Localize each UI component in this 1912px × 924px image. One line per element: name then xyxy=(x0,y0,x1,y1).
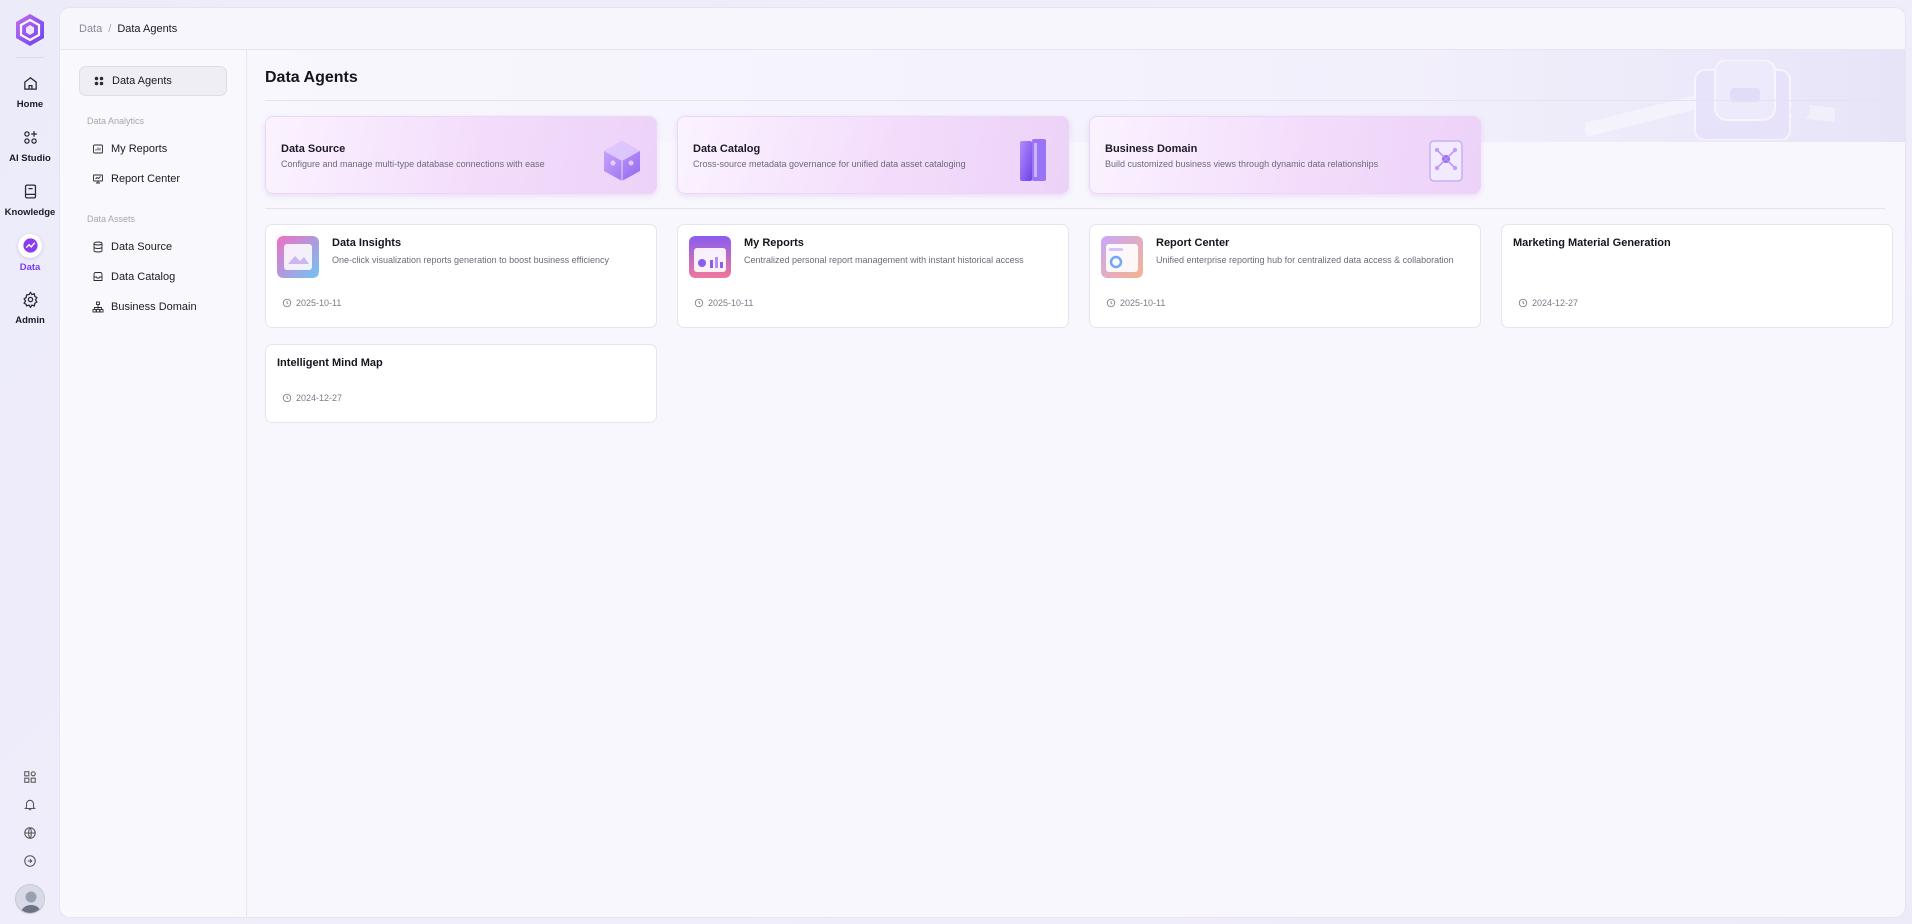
hierarchy-icon xyxy=(92,301,104,313)
rail-item-data[interactable]: Data xyxy=(0,226,60,280)
agent-card-title: Report Center xyxy=(1156,237,1230,249)
agent-card-date-text: 2024-12-27 xyxy=(296,393,343,403)
clock-icon xyxy=(1106,298,1116,308)
clock-icon xyxy=(282,393,292,403)
agent-card-date-text: 2025-10-11 xyxy=(296,298,342,308)
agent-card-description: One-click visualization reports generati… xyxy=(332,255,609,265)
sidebar-item-label: Business Domain xyxy=(111,301,197,313)
featured-card-title: Data Catalog xyxy=(693,143,761,155)
page-title: Data Agents xyxy=(265,69,358,86)
agent-card-description: Unified enterprise reporting hub for cen… xyxy=(1156,255,1454,265)
agent-card-date-text: 2025-10-11 xyxy=(1120,298,1166,308)
featured-card-data-source[interactable]: Data Source Configure and manage multi-t… xyxy=(265,116,657,194)
breadcrumb-current: Data Agents xyxy=(117,22,178,35)
gear-icon xyxy=(19,289,41,311)
featured-card-description: Cross-source metadata governance for uni… xyxy=(693,159,966,169)
network-box-icon xyxy=(1429,140,1463,182)
agent-card-date-text: 2025-10-11 xyxy=(708,298,754,308)
grid-plus-icon xyxy=(19,127,41,149)
agent-card-data-insights[interactable]: Data Insights One-click visualization re… xyxy=(265,224,657,328)
main-panel: Data / Data Agents Data Agents Data Anal… xyxy=(60,8,1905,917)
home-icon xyxy=(19,73,41,95)
agent-card-date: 2024-12-27 xyxy=(1518,298,1578,308)
rail-divider xyxy=(16,57,44,58)
agent-card-intelligent-mind-map[interactable]: Intelligent Mind Map 2024-12-27 xyxy=(265,344,657,423)
logout-icon[interactable] xyxy=(21,852,39,870)
chart-icon xyxy=(18,233,42,258)
agent-card-my-reports[interactable]: My Reports Centralized personal report m… xyxy=(677,224,1069,328)
report-center-thumbnail-icon xyxy=(1101,236,1143,278)
featured-card-title: Data Source xyxy=(281,143,346,155)
content-area: Data Agents Data Source Configure and ma… xyxy=(247,50,1905,917)
rail-item-admin[interactable]: Admin xyxy=(0,280,60,334)
sidebar-item-my-reports[interactable]: My Reports xyxy=(79,134,227,164)
clock-icon xyxy=(694,298,704,308)
sidebar-item-label: Data Source xyxy=(111,241,173,253)
agent-card-title: Marketing Material Generation xyxy=(1513,237,1671,249)
rail-label-admin: Admin xyxy=(15,314,45,326)
featured-card-data-catalog[interactable]: Data Catalog Cross-source metadata gover… xyxy=(677,116,1069,194)
book-icon xyxy=(19,181,41,203)
globe-icon[interactable] xyxy=(21,824,39,842)
icon-rail: Home AI Studio Knowledge Data Admin xyxy=(0,0,60,924)
divider xyxy=(265,208,1885,209)
sidebar-item-label: Data Agents xyxy=(112,75,172,87)
sidebar-item-data-catalog[interactable]: Data Catalog xyxy=(79,262,227,292)
breadcrumb: Data / Data Agents xyxy=(60,8,1905,50)
rail-item-home[interactable]: Home xyxy=(0,64,60,118)
rail-item-ai-studio[interactable]: AI Studio xyxy=(0,118,60,172)
agent-card-date-text: 2024-12-27 xyxy=(1532,298,1579,308)
sidebar-item-data-agents[interactable]: Data Agents xyxy=(79,66,227,96)
agent-card-date: 2024-12-27 xyxy=(282,393,342,403)
agent-card-title: My Reports xyxy=(744,237,804,249)
featured-card-description: Configure and manage multi-type database… xyxy=(281,159,545,169)
sidebar-group-data-analytics: Data Analytics xyxy=(87,116,145,126)
books-icon xyxy=(1020,139,1046,181)
featured-card-business-domain[interactable]: Business Domain Build customized busines… xyxy=(1089,116,1481,194)
sidebar-item-data-source[interactable]: Data Source xyxy=(79,232,227,262)
agent-card-title: Data Insights xyxy=(332,237,402,249)
my-reports-thumbnail-icon xyxy=(689,236,731,278)
clock-icon xyxy=(282,298,292,308)
agent-card-date: 2025-10-11 xyxy=(1106,298,1165,308)
report-icon xyxy=(93,144,103,154)
rail-label-ai-studio: AI Studio xyxy=(9,152,51,164)
agent-card-date: 2025-10-11 xyxy=(694,298,753,308)
bell-icon[interactable] xyxy=(21,796,39,814)
sidebar-item-report-center[interactable]: Report Center xyxy=(79,164,227,194)
breadcrumb-data-link[interactable]: Data xyxy=(79,23,102,35)
breadcrumb-separator: / xyxy=(108,22,112,35)
avatar[interactable] xyxy=(15,884,45,914)
agent-card-description: Centralized personal report management w… xyxy=(744,255,1024,265)
presentation-icon xyxy=(93,174,103,184)
featured-card-description: Build customized business views through … xyxy=(1105,159,1379,169)
featured-card-title: Business Domain xyxy=(1105,143,1198,155)
sidebar-item-label: Report Center xyxy=(111,173,181,185)
divider xyxy=(265,100,1885,101)
rail-label-home: Home xyxy=(16,98,44,110)
agent-card-marketing-material-generation[interactable]: Marketing Material Generation 2024-12-27 xyxy=(1501,224,1893,328)
sidebar-group-data-assets: Data Assets xyxy=(87,214,136,224)
sidebar-item-label: My Reports xyxy=(111,143,168,155)
secondary-sidebar: Data Agents Data Analytics My Reports Re… xyxy=(60,50,247,917)
rail-bottom-tools xyxy=(0,768,60,914)
agent-card-date: 2025-10-11 xyxy=(282,298,341,308)
inbox-icon xyxy=(93,272,103,281)
agent-card-report-center[interactable]: Report Center Unified enterprise reporti… xyxy=(1089,224,1481,328)
app-logo-icon[interactable] xyxy=(14,13,46,47)
apps-icon[interactable] xyxy=(21,768,39,786)
sidebar-item-business-domain[interactable]: Business Domain xyxy=(79,292,227,322)
rail-item-knowledge[interactable]: Knowledge xyxy=(0,172,60,226)
rail-label-data: Data xyxy=(19,261,41,273)
clock-icon xyxy=(1518,298,1528,308)
agent-card-title: Intelligent Mind Map xyxy=(277,357,383,369)
sidebar-item-label: Data Catalog xyxy=(111,271,176,283)
data-insights-thumbnail-icon xyxy=(277,236,319,278)
rail-label-knowledge: Knowledge xyxy=(4,206,56,218)
cube-icon xyxy=(604,141,640,181)
database-icon xyxy=(93,241,103,253)
agents-icon xyxy=(94,76,104,86)
